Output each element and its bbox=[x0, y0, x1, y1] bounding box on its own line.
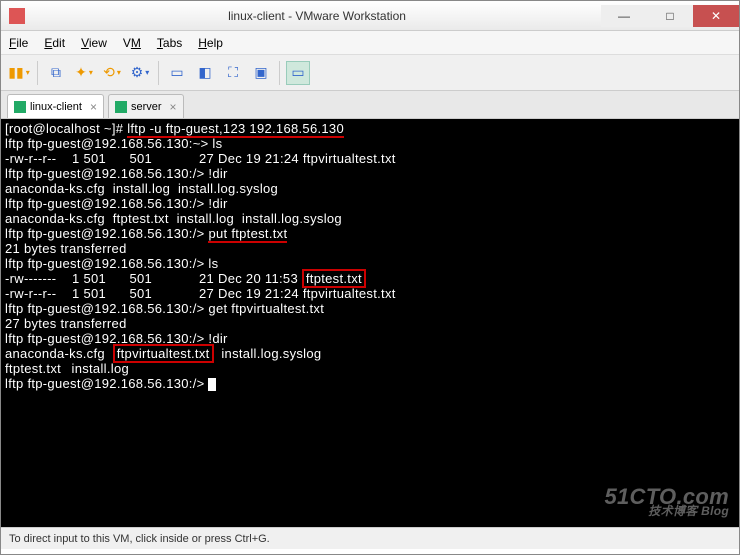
manage-button[interactable]: ⚙▾ bbox=[128, 61, 152, 85]
separator bbox=[37, 61, 38, 85]
window-buttons: — □ ✕ bbox=[601, 5, 739, 27]
vm-icon bbox=[115, 101, 127, 113]
titlebar: linux-client - VMware Workstation — □ ✕ bbox=[1, 1, 739, 31]
menubar: FFileile Edit View VM Tabs Help bbox=[1, 31, 739, 55]
terminal-text: lftp ftp-guest@192.168.56.130:/> !dir bbox=[5, 166, 735, 181]
tab-linux-client[interactable]: linux-client × bbox=[7, 94, 104, 118]
power-on-button[interactable]: ▮▮▾ bbox=[7, 61, 31, 85]
tab-close-icon[interactable]: × bbox=[170, 100, 177, 114]
tab-server[interactable]: server × bbox=[108, 94, 184, 118]
watermark: 51CTO.com 技术博客 Blog bbox=[604, 489, 729, 519]
tab-bar: linux-client × server × bbox=[1, 91, 739, 119]
close-button[interactable]: ✕ bbox=[693, 5, 739, 27]
menu-tabs[interactable]: Tabs bbox=[157, 36, 182, 50]
tab-close-icon[interactable]: × bbox=[90, 100, 97, 114]
maximize-button[interactable]: □ bbox=[647, 5, 693, 27]
terminal-text: anaconda-ks.cfg bbox=[5, 346, 113, 361]
menu-file[interactable]: FFileile bbox=[9, 36, 28, 50]
terminal[interactable]: [root@localhost ~]# lftp -u ftp-guest,12… bbox=[1, 119, 739, 527]
minimize-button[interactable]: — bbox=[601, 5, 647, 27]
terminal-text: lftp ftp-guest@192.168.56.130:/> ls bbox=[5, 256, 735, 271]
terminal-text: lftp ftp-guest@192.168.56.130:/> bbox=[5, 226, 208, 241]
terminal-text: anaconda-ks.cfg install.log install.log.… bbox=[5, 181, 735, 196]
terminal-text: -rw------- 1 501 501 21 Dec 20 11:53 bbox=[5, 271, 302, 286]
terminal-text: -rw-r--r-- 1 501 501 27 Dec 19 21:24 ftp… bbox=[5, 286, 735, 301]
status-text: To direct input to this VM, click inside… bbox=[9, 533, 270, 545]
menu-vm[interactable]: VM bbox=[123, 36, 141, 50]
toolbar: ▮▮▾ ⧉ ✦▾ ⟲▾ ⚙▾ ▭ ◧ ⛶ ▣ ▭ bbox=[1, 55, 739, 91]
menu-edit[interactable]: Edit bbox=[44, 36, 65, 50]
unity-button[interactable]: ◧ bbox=[193, 61, 217, 85]
terminal-text: [root@localhost ~]# bbox=[5, 121, 127, 136]
terminal-text: -rw-r--r-- 1 501 501 27 Dec 19 21:24 ftp… bbox=[5, 151, 735, 166]
terminal-text: 27 bytes transferred bbox=[5, 316, 735, 331]
terminal-text: lftp ftp-guest@192.168.56.130:~> ls bbox=[5, 136, 735, 151]
terminal-text: lftp ftp-guest@192.168.56.130:/> !dir bbox=[5, 196, 735, 211]
separator bbox=[279, 61, 280, 85]
statusbar: To direct input to this VM, click inside… bbox=[1, 527, 739, 549]
terminal-text: lftp ftp-guest@192.168.56.130:/> bbox=[5, 376, 208, 391]
tab-label: linux-client bbox=[30, 101, 82, 113]
cursor bbox=[208, 378, 216, 391]
snapshot-button[interactable]: ✦▾ bbox=[72, 61, 96, 85]
menu-help[interactable]: Help bbox=[198, 36, 223, 50]
home-button[interactable]: ⧉ bbox=[44, 61, 68, 85]
vm-icon bbox=[14, 101, 26, 113]
terminal-command: put ftptest.txt bbox=[208, 226, 287, 243]
terminal-text: anaconda-ks.cfg ftptest.txt install.log … bbox=[5, 211, 735, 226]
fullscreen-button[interactable]: ⛶ bbox=[221, 61, 245, 85]
window-title: linux-client - VMware Workstation bbox=[33, 9, 601, 23]
separator bbox=[158, 61, 159, 85]
stretch-button[interactable]: ▭ bbox=[286, 61, 310, 85]
tab-label: server bbox=[131, 101, 162, 113]
terminal-text: lftp ftp-guest@192.168.56.130:/> get ftp… bbox=[5, 301, 735, 316]
revert-button[interactable]: ⟲▾ bbox=[100, 61, 124, 85]
terminal-text: install.log.syslog bbox=[214, 346, 322, 361]
terminal-text: ftptest.txt install.log bbox=[5, 361, 735, 376]
console-button[interactable]: ▣ bbox=[249, 61, 273, 85]
thumbnail-button[interactable]: ▭ bbox=[165, 61, 189, 85]
app-icon bbox=[9, 8, 25, 24]
menu-view[interactable]: View bbox=[81, 36, 107, 50]
terminal-text: 21 bytes transferred bbox=[5, 241, 735, 256]
